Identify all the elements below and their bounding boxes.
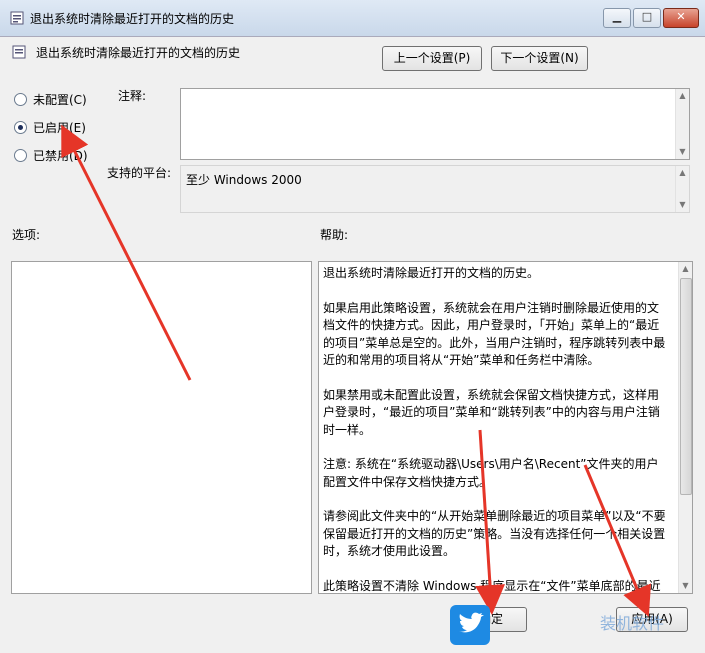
annotation-arrows [61, 124, 652, 617]
bird-icon [459, 612, 484, 633]
arrow-to-apply [583, 464, 652, 617]
arrow-to-enabled [61, 124, 192, 381]
arrow-to-ok [475, 429, 506, 615]
watermark-text: 装机软件 [600, 614, 665, 633]
watermark-bird-logo [450, 605, 490, 645]
